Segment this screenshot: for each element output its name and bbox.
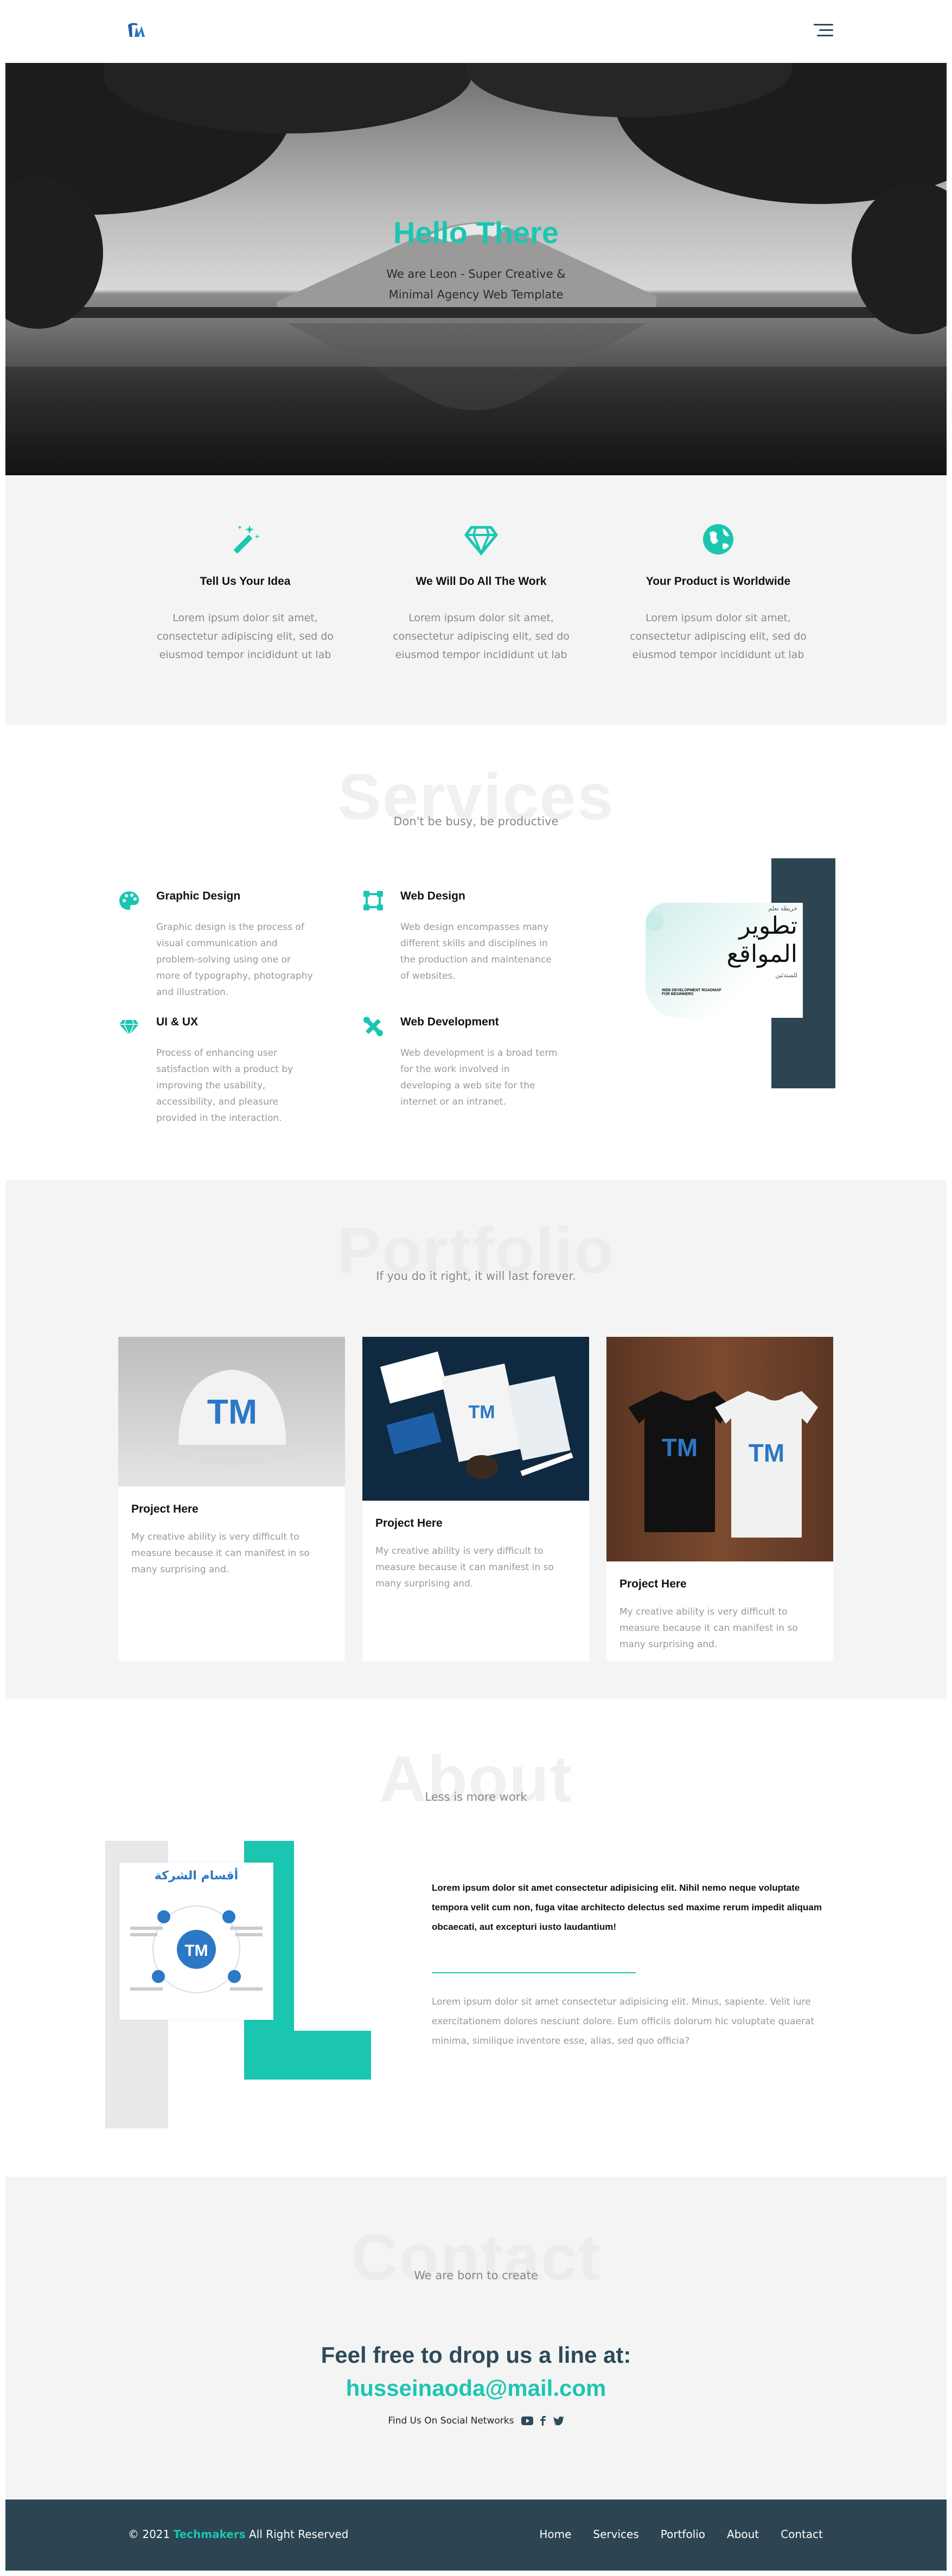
feature-card: We Will Do All The Work Lorem ipsum dolo…: [367, 522, 595, 664]
about-text: Lorem ipsum dolor sit amet consectetur a…: [432, 1997, 815, 2046]
project-title: Project Here: [131, 1503, 199, 1515]
vector-square-icon: [363, 891, 383, 910]
hero-subtitle: We are Leon - Super Creative & Minimal A…: [386, 267, 566, 301]
footer-link-about[interactable]: About: [727, 2528, 759, 2541]
service-text: Graphic design is the process of visual …: [156, 922, 313, 998]
feature-text: Lorem ipsum dolor sit amet, consectetur …: [393, 612, 570, 661]
service-title: UI & UX: [156, 1016, 199, 1028]
brand-link[interactable]: Techmakers: [174, 2528, 246, 2541]
feature-text: Lorem ipsum dolor sit amet, consectetur …: [157, 612, 334, 661]
about-image: أقسام الشركة TM: [105, 1841, 371, 2128]
portfolio-image-stationery: TM: [362, 1337, 589, 1501]
service-item: UI & UX Process of enhancing user satisf…: [118, 1016, 314, 1126]
contact-bg-title: Contact: [351, 2221, 601, 2294]
feature-title: We Will Do All The Work: [416, 575, 547, 588]
svg-text:TM: TM: [184, 1942, 208, 1960]
feature-text: Lorem ipsum dolor sit amet, consectetur …: [630, 612, 807, 661]
twitter-icon[interactable]: [553, 2416, 564, 2425]
palette-icon: [119, 891, 139, 910]
services-image: خريطة تعلم تطوير المواقع للمبتدئين WEB D…: [646, 858, 835, 1088]
services-subtitle: Don't be busy, be productive: [393, 815, 559, 828]
features-section: Tell Us Your Idea Lorem ipsum dolor sit …: [5, 475, 947, 725]
service-item: Web Design Web design encompasses many d…: [362, 890, 558, 984]
service-title: Web Design: [400, 890, 465, 902]
svg-text:TM: TM: [749, 1439, 784, 1467]
project-text: My creative ability is very difficult to…: [619, 1606, 798, 1650]
portfolio-image-tshirts: TM TM: [606, 1337, 833, 1561]
menu-toggle-button[interactable]: [814, 24, 833, 38]
footer-nav: Home Services Portfolio About Contact: [539, 2528, 823, 2541]
hero-section: Hello There We are Leon - Super Creative…: [5, 63, 947, 475]
site-footer: © 2021 Techmakers All Right Reserved Hom…: [5, 2500, 947, 2571]
footer-link-home[interactable]: Home: [539, 2528, 571, 2541]
diamond-icon: [464, 526, 498, 557]
about-intro: Lorem ipsum dolor sit amet consectetur a…: [432, 1883, 822, 1932]
service-text: Web development is a broad term for the …: [400, 1048, 558, 1107]
contact-section: Contact We are born to create Feel free …: [5, 2177, 947, 2500]
service-text: Process of enhancing user satisfaction w…: [156, 1048, 293, 1124]
feature-card: Tell Us Your Idea Lorem ipsum dolor sit …: [131, 522, 359, 664]
hero-title: Hello There: [393, 215, 559, 250]
portfolio-image-cap: TM: [118, 1337, 345, 1487]
contact-subtitle: We are born to create: [414, 2269, 538, 2282]
contact-headline: Feel free to drop us a line at:: [321, 2342, 631, 2368]
svg-text:TM: TM: [662, 1433, 698, 1462]
page: Hello There We are Leon - Super Creative…: [0, 0, 952, 2576]
service-text: Web design encompasses many different sk…: [400, 922, 552, 981]
svg-text:TM: TM: [468, 1402, 495, 1423]
feature-title: Tell Us Your Idea: [200, 575, 291, 588]
portfolio-card[interactable]: TM Project Here My creative ability is v…: [118, 1337, 345, 1661]
tools-icon: [363, 1017, 383, 1036]
footer-link-services[interactable]: Services: [593, 2528, 638, 2541]
social-networks: Find Us On Social Networks: [5, 2415, 947, 2426]
service-title: Graphic Design: [156, 890, 241, 902]
footer-link-portfolio[interactable]: Portfolio: [661, 2528, 705, 2541]
project-title: Project Here: [375, 1517, 443, 1529]
hamburger-icon: [814, 24, 833, 25]
magic-wand-icon: [234, 525, 260, 553]
about-subtitle: Less is more work: [425, 1790, 527, 1803]
youtube-icon[interactable]: [521, 2416, 533, 2425]
project-title: Project Here: [619, 1578, 687, 1590]
gem-icon: [119, 1019, 139, 1036]
service-item: Web Development Web development is a bro…: [362, 1016, 558, 1110]
project-text: My creative ability is very difficult to…: [131, 1532, 310, 1575]
project-text: My creative ability is very difficult to…: [375, 1546, 554, 1589]
facebook-icon[interactable]: [540, 2416, 546, 2426]
service-item: Graphic Design Graphic design is the pro…: [118, 890, 314, 1000]
tm-logo-icon[interactable]: [127, 21, 149, 39]
globe-icon: [703, 524, 733, 554]
contact-email-link[interactable]: husseinaoda@mail.com: [5, 2375, 947, 2401]
copyright: © 2021 Techmakers All Right Reserved: [128, 2528, 349, 2541]
about-bg-title: About: [379, 1743, 573, 1815]
service-title: Web Development: [400, 1016, 499, 1028]
feature-card: Your Product is Worldwide Lorem ipsum do…: [604, 522, 832, 664]
svg-text:TM: TM: [207, 1392, 257, 1431]
footer-link-contact[interactable]: Contact: [781, 2528, 823, 2541]
feature-title: Your Product is Worldwide: [646, 575, 791, 588]
about-divider: [432, 1972, 636, 1973]
portfolio-card[interactable]: TM Project Here My creative ability is v…: [362, 1337, 589, 1661]
portfolio-card[interactable]: TM TM Project Here My creative ability i…: [606, 1337, 833, 1661]
site-header: [0, 0, 952, 63]
portfolio-subtitle: If you do it right, it will last forever…: [376, 1270, 576, 1283]
